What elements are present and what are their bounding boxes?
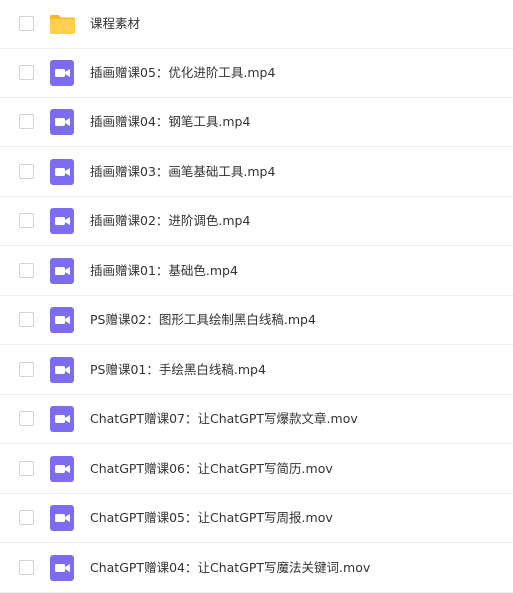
video-file-icon [49,159,76,185]
row-checkbox[interactable] [19,213,34,228]
file-name[interactable]: PS赠课02：图形工具绘制黑白线稿.mp4 [90,312,316,328]
row-checkbox[interactable] [19,16,34,31]
row-checkbox[interactable] [19,411,34,426]
row-checkbox[interactable] [19,263,34,278]
list-item[interactable]: 插画赠课05：优化进阶工具.mp4 [0,49,513,98]
file-name[interactable]: ChatGPT赠课04：让ChatGPT写魔法关键词.mov [90,560,370,576]
list-item[interactable]: ChatGPT赠课06：让ChatGPT写简历.mov [0,445,513,494]
video-file-icon [49,357,76,383]
row-checkbox[interactable] [19,560,34,575]
video-file-icon [49,307,76,333]
file-name[interactable]: ChatGPT赠课06：让ChatGPT写简历.mov [90,461,333,477]
row-checkbox[interactable] [19,65,34,80]
video-file-icon [49,60,76,86]
row-checkbox[interactable] [19,461,34,476]
file-name[interactable]: 插画赠课05：优化进阶工具.mp4 [90,65,275,81]
file-list: 课程素材 插画赠课05：优化进阶工具.mp4 插画赠课04：钢笔工具.mp4 插… [0,0,513,593]
list-item[interactable]: ChatGPT赠课05：让ChatGPT写周报.mov [0,494,513,543]
file-name[interactable]: 课程素材 [90,16,140,32]
list-item[interactable]: 插画赠课02：进阶调色.mp4 [0,197,513,246]
row-checkbox[interactable] [19,164,34,179]
list-item[interactable]: ChatGPT赠课07：让ChatGPT写爆款文章.mov [0,395,513,444]
list-item[interactable]: PS赠课01：手绘黑白线稿.mp4 [0,346,513,395]
list-item[interactable]: PS赠课02：图形工具绘制黑白线稿.mp4 [0,296,513,345]
video-file-icon [49,208,76,234]
list-item[interactable]: 插画赠课01：基础色.mp4 [0,247,513,296]
row-checkbox[interactable] [19,510,34,525]
list-item[interactable]: 课程素材 [0,0,513,49]
row-checkbox[interactable] [19,312,34,327]
video-file-icon [49,456,76,482]
file-name[interactable]: PS赠课01：手绘黑白线稿.mp4 [90,362,266,378]
list-item[interactable]: 插画赠课04：钢笔工具.mp4 [0,98,513,147]
file-name[interactable]: 插画赠课02：进阶调色.mp4 [90,213,250,229]
video-file-icon [49,258,76,284]
list-item[interactable]: 插画赠课03：画笔基础工具.mp4 [0,148,513,197]
video-file-icon [49,109,76,135]
file-name[interactable]: ChatGPT赠课05：让ChatGPT写周报.mov [90,510,333,526]
video-file-icon [49,406,76,432]
file-name[interactable]: ChatGPT赠课07：让ChatGPT写爆款文章.mov [90,411,358,427]
file-name[interactable]: 插画赠课04：钢笔工具.mp4 [90,114,250,130]
folder-icon [49,11,76,37]
row-checkbox[interactable] [19,114,34,129]
video-file-icon [49,505,76,531]
file-name[interactable]: 插画赠课01：基础色.mp4 [90,263,238,279]
video-file-icon [49,555,76,581]
list-item[interactable]: ChatGPT赠课04：让ChatGPT写魔法关键词.mov [0,544,513,593]
row-checkbox[interactable] [19,362,34,377]
file-name[interactable]: 插画赠课03：画笔基础工具.mp4 [90,164,275,180]
